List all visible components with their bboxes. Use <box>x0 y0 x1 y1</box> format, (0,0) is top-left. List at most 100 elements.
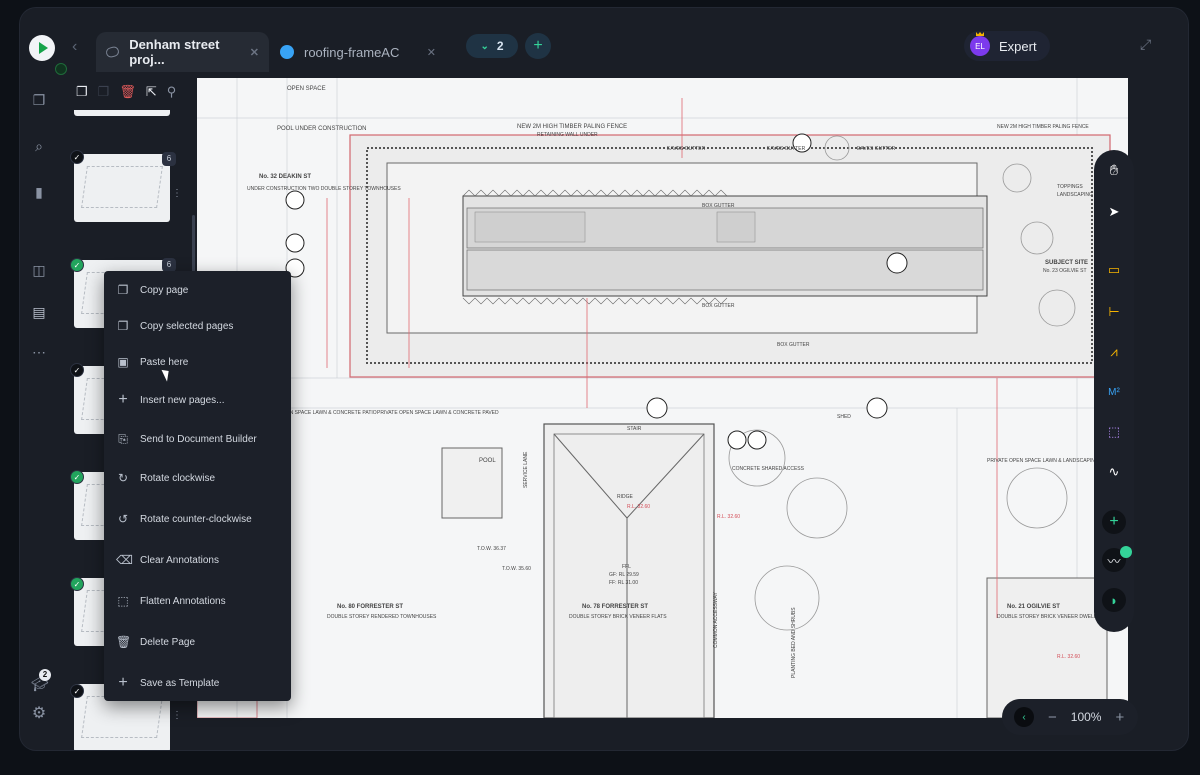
drawing-label: R.L. 32.60 <box>717 514 740 520</box>
drawing-label: NEW 2M HIGH TIMBER PALING FENCE <box>997 124 1089 130</box>
zoom-level[interactable]: 100% <box>1071 710 1102 724</box>
thumbnail-menu-icon[interactable]: ⋮ <box>172 710 182 721</box>
duplicate-icon[interactable]: ❐ <box>98 84 110 100</box>
drawing-label: POOL <box>479 458 496 464</box>
collapse-arrow-icon[interactable]: ‹ <box>1014 707 1034 727</box>
menu-item-delete-page[interactable]: 🗑︎ Delete Page <box>104 630 291 654</box>
page-checkbox[interactable]: ✓ <box>70 363 84 377</box>
drawing-label: TOPPINGS <box>1057 184 1083 190</box>
page-thumbnail[interactable] <box>74 154 170 222</box>
measure-length-icon[interactable]: ⊢ <box>1104 302 1124 322</box>
menu-item-send-document-builder[interactable]: ⎘ Send to Document Builder <box>104 427 291 451</box>
menu-item-clear-annotations[interactable]: ⌫ Clear Annotations <box>104 548 291 572</box>
zoom-controls: ‹ − 100% + <box>1002 699 1138 735</box>
drawing-label: NEW 2M HIGH TIMBER PALING FENCE <box>517 124 627 130</box>
search-icon[interactable]: ⌕ <box>31 138 47 154</box>
drawing-label: BOX GUTTER <box>777 342 810 348</box>
tab-label: roofing-frameAC <box>304 44 400 60</box>
fullscreen-icon[interactable]: ⤢ <box>1140 36 1151 53</box>
app-logo-icon[interactable] <box>29 35 55 61</box>
drawing-label: BOX GUTTER <box>702 303 735 309</box>
drawing-label: FFL <box>622 564 631 570</box>
add-tool-button[interactable]: + <box>1102 510 1126 534</box>
copy-icon[interactable]: ❐ <box>76 84 88 100</box>
menu-item-copy-selected[interactable]: ❐ Copy selected pages <box>104 314 291 338</box>
drawing-canvas[interactable]: OPEN SPACE POOL UNDER CONSTRUCTION No. 3… <box>197 78 1128 718</box>
area-measure-icon[interactable]: M² <box>1104 382 1124 402</box>
drawing-label: No. 78 FORRESTER ST <box>582 604 648 610</box>
drawing-label: T.O.W. 36.37 <box>477 546 506 552</box>
menu-item-copy-page[interactable]: ❐ Copy page <box>104 278 291 302</box>
menu-item-rotate-counter-clockwise[interactable]: ↺ Rotate counter-clockwise <box>104 507 291 531</box>
notification-badge: 2 <box>39 669 51 681</box>
page-checkbox[interactable]: ✓ <box>70 684 84 698</box>
clear-annotations-icon: ⌫ <box>116 553 133 567</box>
layers-icon[interactable]: ◫ <box>31 262 47 278</box>
avatar: EL <box>970 36 990 56</box>
page-context-menu: ❐ Copy page ❐ Copy selected pages ▣ Past… <box>104 271 291 701</box>
menu-item-save-template[interactable]: + Save as Template <box>104 671 291 695</box>
tab-roofing-frame[interactable]: roofing-frameAC ✕ <box>270 32 446 72</box>
drawing-label: SHED <box>837 414 851 420</box>
drawing-label: No. 23 OGILVIE ST <box>1043 268 1087 274</box>
user-plan-badge[interactable]: EL Expert <box>964 31 1050 61</box>
menu-item-rotate-clockwise[interactable]: ↻ Rotate clockwise <box>104 466 291 490</box>
menu-item-paste[interactable]: ▣ Paste here <box>104 350 291 374</box>
tab-count-dropdown[interactable]: ⌄ 2 <box>466 34 518 58</box>
thumbnail-menu-icon[interactable]: ⋮ <box>172 188 182 199</box>
right-toolbar: ✋︎ ➤ ▭ ⊢ ⩘ M² ⬚ ∿ + 〰 ◗ <box>1094 150 1134 632</box>
plan-label: Expert <box>999 38 1037 54</box>
more-icon[interactable]: ⋯ <box>31 344 47 360</box>
new-tab-button[interactable]: + <box>525 33 551 59</box>
plus-icon: + <box>118 391 128 408</box>
app-window: ‹ Denham street proj... ✕ roofing-frameA… <box>20 8 1188 750</box>
count-markup-icon[interactable]: ⬚ <box>1104 422 1124 442</box>
flatten-icon: ⬚ <box>117 594 129 608</box>
trash-icon[interactable]: 🗑︎ <box>119 84 136 100</box>
export-icon[interactable]: ⇱ <box>146 84 157 100</box>
menu-item-flatten-annotations[interactable]: ⬚ Flatten Annotations <box>104 589 291 613</box>
chevron-down-icon: ⌄ <box>480 40 489 52</box>
ai-document-icon[interactable]: ▤ <box>31 304 47 320</box>
menu-item-label: Copy page <box>140 284 189 296</box>
note-icon[interactable]: ▭ <box>1104 260 1124 280</box>
tab-count: 2 <box>496 39 504 53</box>
menu-item-label: Copy selected pages <box>140 320 234 332</box>
pin-icon[interactable]: ⚲ <box>167 84 177 100</box>
page-checkbox[interactable]: ✓ <box>70 258 84 272</box>
plus-icon: + <box>118 674 128 691</box>
page-checkbox[interactable]: ✓ <box>70 150 84 164</box>
drawing-label: RIDGE <box>617 494 634 500</box>
app-shortcut-icon[interactable]: ◗ <box>1102 588 1126 612</box>
rotate-counter-clockwise-icon: ↺ <box>117 512 129 526</box>
pages-icon[interactable]: ❐ <box>31 92 47 108</box>
bookmark-icon[interactable]: ▮ <box>31 184 47 200</box>
settings-gear-icon[interactable]: ⚙ <box>31 706 47 722</box>
zoom-in-button[interactable]: + <box>1115 709 1124 726</box>
tab-denham-street[interactable]: Denham street proj... ✕ <box>96 32 269 72</box>
drawing-label: COMMON ACCESSWAY <box>713 591 719 648</box>
page-checkbox[interactable]: ✓ <box>70 470 84 484</box>
polyline-measure-icon[interactable]: ⩘ <box>1104 342 1124 362</box>
drawing-label: UNDER CONSTRUCTION TWO DOUBLE STOREY TOW… <box>247 186 401 192</box>
site-plan-drawing: OPEN SPACE POOL UNDER CONSTRUCTION No. 3… <box>197 78 1128 718</box>
select-arrow-icon[interactable]: ➤ <box>1104 202 1124 222</box>
document-builder-icon: ⎘ <box>118 431 128 446</box>
drawing-label: POOL UNDER CONSTRUCTION <box>277 126 366 132</box>
clipboard-icon: ▣ <box>117 355 129 369</box>
thumbnail-scrollbar[interactable] <box>192 215 195 275</box>
menu-item-insert-pages[interactable]: + Insert new pages... <box>104 388 291 412</box>
page-checkbox[interactable]: ✓ <box>70 577 84 591</box>
drawing-label: SERVICE LANE <box>523 451 529 488</box>
zoom-out-button[interactable]: − <box>1048 709 1057 726</box>
ai-badge-icon <box>1120 546 1132 558</box>
close-tab-icon[interactable]: ✕ <box>250 46 259 59</box>
drawing-label: PRIVATE OPEN SPACE LAWN & CONCRETE PAVED <box>377 410 499 416</box>
menu-item-label: Delete Page <box>140 636 196 648</box>
back-arrow-icon[interactable]: ‹ <box>72 38 77 56</box>
curve-tool-icon[interactable]: ∿ <box>1104 462 1124 482</box>
hand-pan-icon[interactable]: ✋︎ <box>1104 160 1124 180</box>
drawing-label: CONCRETE SHARED ACCESS <box>732 466 805 472</box>
menu-item-label: Insert new pages... <box>140 394 225 406</box>
close-tab-icon[interactable]: ✕ <box>427 46 436 59</box>
